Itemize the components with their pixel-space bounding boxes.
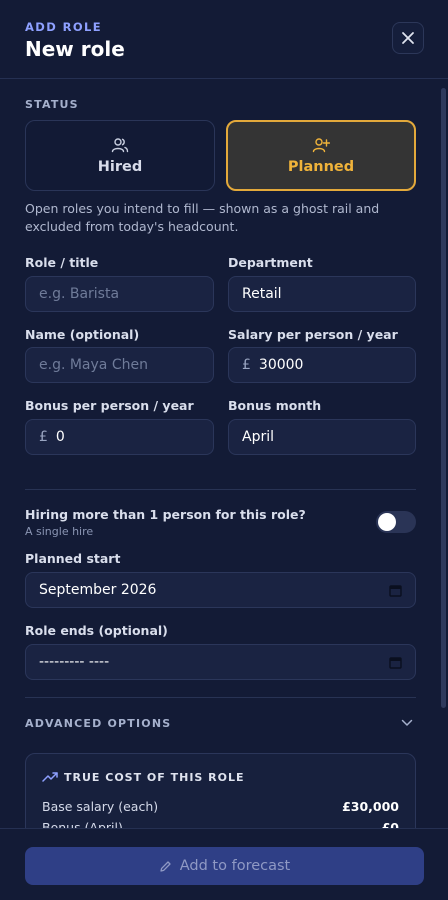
name-input[interactable]: e.g. Maya Chen (25, 347, 214, 383)
close-icon (402, 32, 414, 44)
role-title-input[interactable]: e.g. Barista (25, 276, 214, 312)
multi-hire-toggle[interactable] (376, 511, 416, 533)
multi-hire-question: Hiring more than 1 person for this role? (25, 507, 306, 522)
dialog-header: ADD ROLE New role (0, 0, 448, 79)
department-label: Department (228, 255, 313, 270)
planned-start-input[interactable]: September 2026 (25, 572, 416, 608)
status-option-label: Hired (97, 158, 143, 175)
add-to-forecast-label: Add to forecast (179, 858, 291, 874)
bonus-input[interactable]: £ 0 (25, 419, 214, 455)
toggle-knob (378, 513, 396, 531)
cost-row-label: Base salary (each) (42, 799, 159, 814)
department-select[interactable]: Retail (228, 276, 416, 312)
role-ends-label: Role ends (optional) (25, 623, 168, 638)
name-label: Name (optional) (25, 327, 140, 342)
section-divider (25, 697, 416, 698)
add-to-forecast-button[interactable]: Add to forecast (25, 847, 424, 885)
planned-start-value: September 2026 (39, 582, 157, 598)
dialog-title: New role (25, 37, 125, 61)
salary-label: Salary per person / year (228, 327, 398, 342)
bonus-label: Bonus per person / year (25, 398, 194, 413)
role-title-placeholder: e.g. Barista (39, 286, 120, 302)
currency-symbol: £ (39, 429, 48, 445)
salary-value: 30000 (258, 357, 304, 373)
true-cost-title: TRUE COST OF THIS ROLE (64, 771, 245, 784)
trending-up-icon (42, 772, 58, 782)
users-icon (111, 137, 129, 152)
currency-symbol: £ (242, 357, 251, 373)
multi-hire-sub: A single hire (25, 525, 94, 538)
dialog-footer: Add to forecast (0, 828, 448, 900)
salary-input[interactable]: £ 30000 (228, 347, 416, 383)
role-ends-value: --------- ---- (39, 654, 110, 670)
name-placeholder: e.g. Maya Chen (39, 357, 148, 373)
planned-start-label: Planned start (25, 551, 121, 566)
user-plus-icon (312, 137, 330, 152)
scrollbar-thumb[interactable] (441, 88, 446, 708)
status-section-label: STATUS (25, 98, 79, 111)
chevron-down-icon (401, 719, 413, 726)
section-divider (25, 489, 416, 490)
role-title-label: Role / title (25, 255, 99, 270)
status-option-hired[interactable]: Hired (25, 120, 215, 191)
calendar-icon[interactable] (389, 656, 402, 669)
advanced-options-toggle[interactable]: ADVANCED OPTIONS (25, 712, 416, 736)
bonus-month-label: Bonus month (228, 398, 322, 413)
status-option-label: Planned (287, 158, 355, 175)
cost-row-value: £30,000 (342, 799, 399, 814)
bonus-month-select[interactable]: April (228, 419, 416, 455)
close-button[interactable] (392, 22, 424, 54)
advanced-options-label: ADVANCED OPTIONS (25, 717, 172, 730)
pencil-icon (160, 860, 171, 872)
status-option-planned[interactable]: Planned (226, 120, 416, 191)
bonus-value: 0 (55, 429, 65, 445)
dialog-eyebrow: ADD ROLE (25, 20, 103, 34)
role-ends-input[interactable]: --------- ---- (25, 644, 416, 680)
bonus-month-value: April (242, 429, 274, 445)
status-help-text: Open roles you intend to fill — shown as… (25, 201, 380, 234)
calendar-icon[interactable] (389, 584, 402, 597)
department-value: Retail (242, 286, 282, 302)
